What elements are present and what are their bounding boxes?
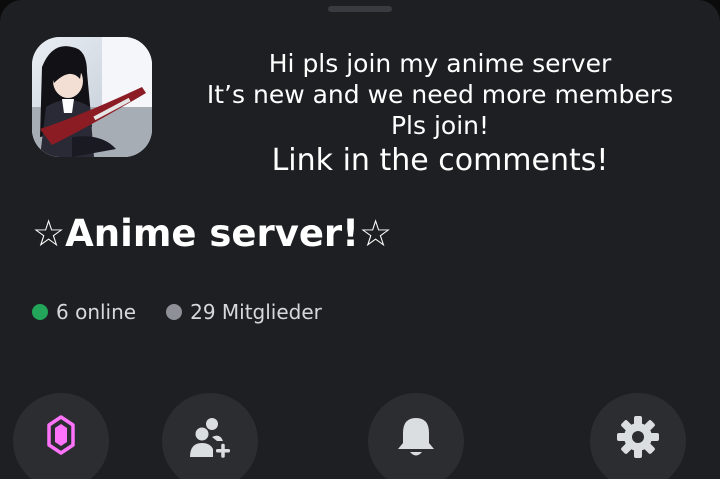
caption-line-4: Link in the comments! xyxy=(271,143,609,178)
invite-members-icon xyxy=(190,418,230,458)
members-stat: 29 Mitglieder xyxy=(166,300,322,324)
boost-button[interactable] xyxy=(13,393,109,479)
server-name: ☆Anime server!☆ xyxy=(32,212,393,255)
server-info-sheet: Hi pls join my anime server It’s new and… xyxy=(0,0,720,479)
members-status-dot xyxy=(166,304,183,320)
overlay-caption: Hi pls join my anime server It’s new and… xyxy=(160,48,720,181)
notifications-button[interactable] xyxy=(368,393,464,479)
online-status-dot xyxy=(32,304,48,320)
online-stat: 6 online xyxy=(32,300,136,324)
member-count: 29 Mitglieder xyxy=(190,300,322,324)
notification-bell-icon xyxy=(398,418,434,456)
caption-line-3: Pls join! xyxy=(390,111,490,140)
online-count: 6 online xyxy=(56,300,137,324)
server-icon xyxy=(32,37,152,157)
nitro-boost-icon xyxy=(47,415,75,455)
drag-handle[interactable] xyxy=(328,6,392,12)
caption-line-2: It’s new and we need more members xyxy=(206,80,674,109)
caption-line-1: Hi pls join my anime server xyxy=(268,49,612,78)
invite-button[interactable] xyxy=(162,393,258,479)
settings-button[interactable] xyxy=(590,393,686,479)
server-stats: 6 online 29 Mitglieder xyxy=(32,300,352,324)
settings-gear-icon xyxy=(617,416,659,458)
